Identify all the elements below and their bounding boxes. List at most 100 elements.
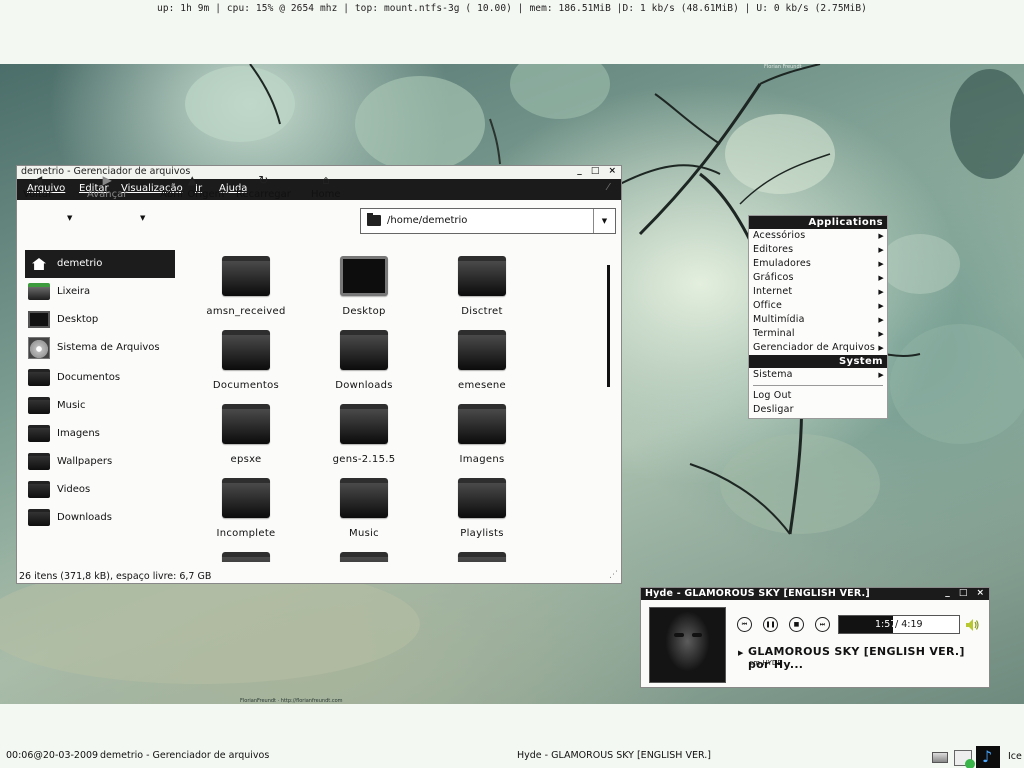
wallpaper-credit-top: Florian Freundt bbox=[764, 64, 802, 70]
music-player-window[interactable]: Hyde - GLAMOROUS SKY [ENGLISH VER.] _ □ … bbox=[640, 587, 990, 688]
folder-icon bbox=[28, 369, 50, 386]
folder-icon bbox=[222, 256, 270, 296]
sidebar-item-lixeira[interactable]: Lixeira bbox=[25, 278, 175, 306]
up-button[interactable]: ▲ Abrir Origem bbox=[160, 173, 224, 200]
sidebar-item-sistema[interactable]: Sistema de Arquivos bbox=[25, 334, 175, 364]
file-item[interactable]: Playlists bbox=[423, 472, 541, 546]
clock[interactable]: 00:06@20-03-2009 bbox=[6, 750, 98, 761]
vertical-scrollbar[interactable] bbox=[607, 265, 610, 387]
folder-icon bbox=[458, 404, 506, 444]
sidebar-item-demetrio[interactable]: demetrio bbox=[25, 250, 175, 278]
messenger-icon[interactable] bbox=[954, 750, 975, 768]
file-item[interactable]: Incomplete bbox=[187, 472, 305, 546]
folder-icon bbox=[222, 330, 270, 370]
menu-item-internet[interactable]: Internet ▶ bbox=[749, 285, 887, 299]
file-item[interactable] bbox=[305, 546, 423, 562]
pause-button[interactable]: ❚❚ bbox=[763, 617, 778, 632]
sidebar-item-desktop[interactable]: Desktop bbox=[25, 306, 175, 334]
location-dropdown-icon[interactable]: ▼ bbox=[593, 209, 615, 233]
tray-label[interactable]: Ice bbox=[1008, 751, 1022, 762]
folder-icon bbox=[222, 404, 270, 444]
location-path: /home/demetrio bbox=[387, 215, 468, 226]
menu-item-office[interactable]: Office ▶ bbox=[749, 299, 887, 313]
file-item[interactable]: Desktop bbox=[305, 250, 423, 324]
menu-item-graficos[interactable]: Gráficos ▶ bbox=[749, 271, 887, 285]
folder-icon bbox=[367, 213, 381, 226]
menu-item-logout[interactable]: Log Out bbox=[749, 389, 887, 403]
file-icon-grid: amsn_received Desktop Disctret Documento… bbox=[187, 250, 607, 562]
location-bar[interactable]: /home/demetrio ▼ bbox=[360, 208, 616, 234]
folder-icon bbox=[340, 478, 388, 518]
back-dropdown-icon[interactable]: ▼ bbox=[67, 214, 72, 222]
home-button[interactable]: ⌂ Home bbox=[311, 173, 341, 200]
menu-separator bbox=[753, 385, 883, 386]
reload-button[interactable]: ↻ Recarregar bbox=[236, 173, 291, 200]
total-time: / 4:19 bbox=[895, 619, 923, 630]
menu-item-terminal[interactable]: Terminal ▶ bbox=[749, 327, 887, 341]
folder-icon bbox=[28, 481, 50, 498]
menu-item-gerenciador[interactable]: Gerenciador de Arquivos ▶ bbox=[749, 341, 887, 355]
forward-dropdown-icon[interactable]: ▼ bbox=[140, 214, 145, 222]
folder-icon bbox=[28, 397, 50, 414]
reload-icon: ↻ bbox=[258, 173, 269, 187]
back-arrow-icon: ◀ bbox=[32, 173, 43, 187]
sidebar-item-wallpapers[interactable]: Wallpapers bbox=[25, 448, 175, 476]
stop-icon: ■ bbox=[793, 621, 800, 628]
music-note-icon[interactable] bbox=[976, 746, 1000, 768]
task-music-player[interactable]: Hyde - GLAMOROUS SKY [ENGLISH VER.] bbox=[517, 750, 711, 761]
folder-icon bbox=[222, 478, 270, 518]
stop-button[interactable]: ■ bbox=[789, 617, 804, 632]
menu-item-shutdown[interactable]: Desligar bbox=[749, 403, 887, 417]
menu-header-applications: Applications bbox=[749, 216, 887, 229]
sidebar-item-downloads[interactable]: Downloads bbox=[25, 504, 175, 532]
player-title: Hyde - GLAMOROUS SKY [ENGLISH VER.] bbox=[645, 588, 870, 599]
folder-icon bbox=[340, 552, 388, 562]
resize-grip-icon[interactable]: ⋰ bbox=[609, 570, 618, 580]
menu-item-multimidia[interactable]: Multimídia ▶ bbox=[749, 313, 887, 327]
menu-item-emuladores[interactable]: Emuladores ▶ bbox=[749, 257, 887, 271]
sidebar-item-videos[interactable]: Videos bbox=[25, 476, 175, 504]
folder-icon bbox=[28, 453, 50, 470]
file-item[interactable] bbox=[187, 546, 305, 562]
system-tray: Ice bbox=[932, 746, 1024, 768]
window-controls[interactable]: _ □ × bbox=[577, 166, 619, 176]
file-item[interactable]: Music bbox=[305, 472, 423, 546]
file-item[interactable]: gens-2.15.5 bbox=[305, 398, 423, 472]
next-icon: ⏭ bbox=[819, 621, 826, 628]
file-item[interactable]: Documentos bbox=[187, 324, 305, 398]
menu-item-editores[interactable]: Editores ▶ bbox=[749, 243, 887, 257]
file-item[interactable]: epsxe bbox=[187, 398, 305, 472]
menu-item-sistema[interactable]: Sistema ▶ bbox=[749, 368, 887, 382]
seek-bar[interactable]: 1:57 / 4:19 bbox=[838, 615, 960, 634]
file-item[interactable]: Downloads bbox=[305, 324, 423, 398]
submenu-arrow-icon: ▶ bbox=[878, 246, 884, 254]
file-item[interactable]: Disctret bbox=[423, 250, 541, 324]
keyboard-icon[interactable] bbox=[932, 752, 948, 763]
menu-item-acessorios[interactable]: Acessórios ▶ bbox=[749, 229, 887, 243]
submenu-arrow-icon: ▶ bbox=[878, 330, 884, 338]
menu-header-system: System bbox=[749, 355, 887, 368]
window-controls[interactable]: _ □ × bbox=[945, 588, 987, 598]
submenu-arrow-icon: ▶ bbox=[878, 371, 884, 379]
sidebar-item-documentos[interactable]: Documentos bbox=[25, 364, 175, 392]
previous-button[interactable]: ⏮ bbox=[737, 617, 752, 632]
album-cover bbox=[649, 607, 726, 683]
file-item[interactable]: emesene bbox=[423, 324, 541, 398]
file-item[interactable]: amsn_received bbox=[187, 250, 305, 324]
drive-icon bbox=[28, 337, 50, 359]
file-item[interactable]: Imagens bbox=[423, 398, 541, 472]
expand-triangle-icon[interactable]: ▶ bbox=[738, 649, 743, 657]
sidebar-item-imagens[interactable]: Imagens bbox=[25, 420, 175, 448]
sidebar-item-music[interactable]: Music bbox=[25, 392, 175, 420]
file-manager-window[interactable]: demetrio - Gerenciador de arquivos _ □ ×… bbox=[16, 165, 622, 584]
player-titlebar[interactable]: Hyde - GLAMOROUS SKY [ENGLISH VER.] _ □ … bbox=[641, 588, 989, 600]
volume-icon[interactable] bbox=[964, 617, 980, 633]
back-button[interactable]: ◀ Voltar bbox=[23, 173, 52, 200]
task-file-manager[interactable]: demetrio - Gerenciador de arquivos bbox=[100, 750, 269, 761]
next-button[interactable]: ⏭ bbox=[815, 617, 830, 632]
home-icon: ⌂ bbox=[321, 173, 330, 187]
forward-button[interactable]: ▶ Avançar bbox=[87, 173, 127, 200]
file-item[interactable] bbox=[423, 546, 541, 562]
places-sidebar: demetrio Lixeira Desktop Sistema de Arqu… bbox=[25, 250, 175, 532]
home-icon bbox=[32, 258, 46, 270]
